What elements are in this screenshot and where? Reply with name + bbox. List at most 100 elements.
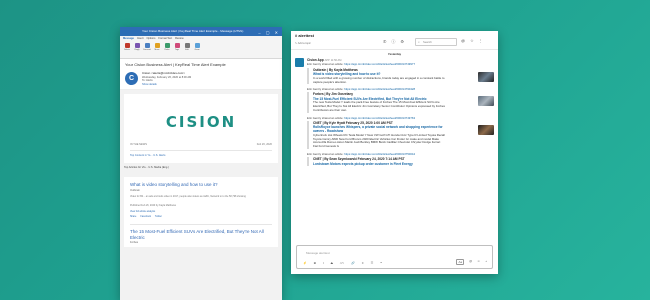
delete-icon (124, 43, 130, 48)
in-the-news-label: IN THE NEWS (130, 143, 147, 147)
share-line: Erin Gentry shared an article: https://a… (307, 115, 416, 120)
formatting-toggle-button[interactable]: Aa (456, 259, 465, 265)
attachment-text: Outbrain | By Kayla Matthews What is vid… (313, 68, 445, 84)
search-input[interactable]: ⌕ Search (415, 38, 457, 46)
article-url[interactable]: https://app.tmmbizdev.com/#/articles/fee… (344, 87, 415, 91)
tab-options[interactable]: Options (146, 37, 155, 40)
attachment-body: Cybertruck Hot Wheels RC Tesla Model Y N… (313, 132, 445, 149)
phone-icon[interactable]: ✆ (383, 39, 386, 45)
edit-icon (184, 43, 190, 48)
show-details-link[interactable]: Show details (142, 83, 191, 87)
header-icons: ✆ ⓘ ⚙ (383, 39, 404, 45)
tab-message[interactable]: Message (123, 37, 134, 40)
delete-button[interactable]: Delete (123, 43, 131, 52)
article-attachment: CNET | By Kyle Hyatt February 25, 2020 1… (307, 120, 494, 150)
avatar: C (125, 72, 138, 85)
reply-button[interactable]: Reply (133, 43, 141, 52)
facebook-link[interactable]: Facebook (140, 215, 151, 218)
emoji-icon[interactable]: ☺ (477, 259, 480, 265)
italic-button[interactable]: I (323, 261, 324, 265)
gear-icon[interactable]: ⚙ (400, 39, 404, 45)
article-snippet: Video for B2... an ads and tools video i… (130, 194, 246, 198)
strike-button[interactable]: S (331, 261, 333, 265)
lightning-icon[interactable]: ⚡ (303, 261, 307, 265)
message-header: Cision App APP 11:56 AM Erin Gentry shar… (295, 58, 494, 67)
outlook-titlebar: Your Cision Business Alert | KeyReal Tim… (120, 27, 282, 36)
rules-button[interactable]: Rules (163, 43, 171, 52)
article-url[interactable]: https://app.tmmbizdev.com/#/articles/fee… (344, 152, 415, 156)
article-meta: Published Feb 26, 2020 by Kayla Matthews (130, 204, 176, 208)
zoom-icon (194, 43, 200, 48)
mention-icon[interactable]: @ (469, 259, 472, 265)
article-source: Forbes (130, 241, 139, 245)
message-input[interactable]: Message alerttest (297, 246, 492, 255)
article-url[interactable]: https://app.tmmbizdev.com/#/articles/fee… (344, 62, 415, 66)
email-meta: Cision <alerts@mmbizdev.com> Wednesday, … (142, 71, 191, 87)
forward-icon (144, 43, 150, 48)
add-topic-link[interactable]: ✎ Add a topic (295, 42, 311, 45)
message-feed: Cision App APP 11:56 AM Erin Gentry shar… (291, 58, 498, 248)
attachment-text: CNET | By Kyle Hyatt February 25, 2020 1… (313, 121, 445, 150)
article-attachment: CNET | By Sean Szymkowski February 24, 2… (307, 157, 494, 166)
attachment-text: CNET | By Sean Szymkowski February 24, 2… (313, 157, 445, 166)
article-attachment: Forbes | By Jim Gorzelany The 15 Most-Fu… (307, 92, 494, 113)
news-date: Feb 26, 2020 (256, 143, 272, 147)
rules-icon (164, 43, 170, 48)
tab-format-text[interactable]: Format Text (158, 37, 172, 40)
bold-button[interactable]: B (314, 261, 316, 265)
attachment-title[interactable]: Lordstown Motors expects pickup order cu… (313, 162, 445, 166)
more-icon[interactable]: ⋮ (479, 38, 483, 43)
link-icon[interactable]: 🔗 (351, 261, 355, 265)
top-content-link[interactable]: Top Content in Yo... U.S. Alerts (130, 153, 272, 160)
tags-button[interactable]: Tags (173, 43, 181, 52)
mentions-icon[interactable]: @ (461, 38, 465, 43)
outlook-window: Your Cision Business Alert | KeyReal Tim… (120, 27, 282, 300)
channel-name[interactable]: # alerttest (295, 33, 314, 38)
zoom-button[interactable]: Zoom (193, 43, 201, 52)
window-title: Your Cision Business Alert | KeyReal Tim… (142, 29, 244, 33)
email-subject: Your Cision Business Alert | KeyReal Tim… (125, 62, 226, 67)
email-header: C Cision <alerts@mmbizdev.com> Wednesday… (120, 69, 282, 91)
quote-icon[interactable]: ❝ (380, 261, 382, 265)
message-composer[interactable]: Message alerttest ⚡ B I S </> 🔗 ≡ ☰ ❝ Aa… (296, 245, 493, 269)
article-card: What is video storytelling and how to us… (124, 177, 278, 248)
list-icon[interactable]: ≡ (362, 261, 364, 265)
share-link[interactable]: Share (130, 215, 136, 218)
twitter-link[interactable]: Twitter (155, 215, 162, 218)
share-line: Erin Gentry shared an article: https://a… (307, 62, 416, 66)
article-title-link[interactable]: What is video storytelling and how to us… (130, 180, 272, 189)
day-divider: Yesterday (387, 52, 402, 56)
attachment-thumbnail[interactable] (478, 72, 494, 82)
tag-icon (174, 43, 180, 48)
attach-icon[interactable]: + (485, 259, 487, 265)
info-icon[interactable]: ⓘ (391, 39, 395, 45)
message-block: Cision App APP 11:56 AM Erin Gentry shar… (307, 58, 415, 66)
edit-button[interactable]: Edit (183, 43, 191, 52)
tab-review[interactable]: Review (175, 37, 184, 40)
attachment-body: In a world filled with a growing number … (313, 75, 445, 84)
attachment-thumbnail[interactable] (478, 96, 494, 107)
numbered-list-icon[interactable]: ☰ (371, 261, 374, 265)
attachment-text: Forbes | By Jim Gorzelany The 15 Most-Fu… (313, 92, 445, 112)
share-line: Erin Gentry shared an article: https://a… (307, 87, 416, 92)
attachment-thumbnail[interactable] (478, 124, 494, 135)
search-icon: ⌕ (418, 40, 420, 44)
code-button[interactable]: </> (340, 261, 344, 265)
ribbon: Message Insert Options Format Text Revie… (120, 36, 282, 59)
attachment-body: The new Tesla Model Y leads the pack.Fre… (313, 100, 445, 112)
forward-button[interactable]: Forward (143, 43, 151, 52)
article-title-link[interactable]: The 15 Most-Fuel Efficient SUVs Are Elec… (130, 227, 272, 241)
star-icon[interactable]: ☆ (470, 38, 474, 43)
move-button[interactable]: Move (153, 43, 161, 52)
header-right-icons: @ ☆ ⋮ (461, 38, 483, 43)
article-url[interactable]: https://app.tmmbizdev.com/#/articles/fee… (344, 116, 415, 120)
composer-right-tools: Aa @ ☺ + (456, 259, 487, 265)
window-controls[interactable]: – ▢ ✕ (258, 28, 280, 36)
section-heading: Top Articles for Vio... U.S. Media (Eng.… (124, 166, 169, 170)
format-toolbar: ⚡ B I S </> 🔗 ≡ ☰ ❝ (303, 261, 382, 265)
article-attachment: Outbrain | By Kayla Matthews What is vid… (307, 68, 494, 85)
share-links: Share Facebook Twitter (130, 213, 272, 222)
news-row: IN THE NEWS Feb 26, 2020 (130, 141, 272, 148)
divider (130, 224, 272, 226)
tab-insert[interactable]: Insert (137, 37, 144, 40)
